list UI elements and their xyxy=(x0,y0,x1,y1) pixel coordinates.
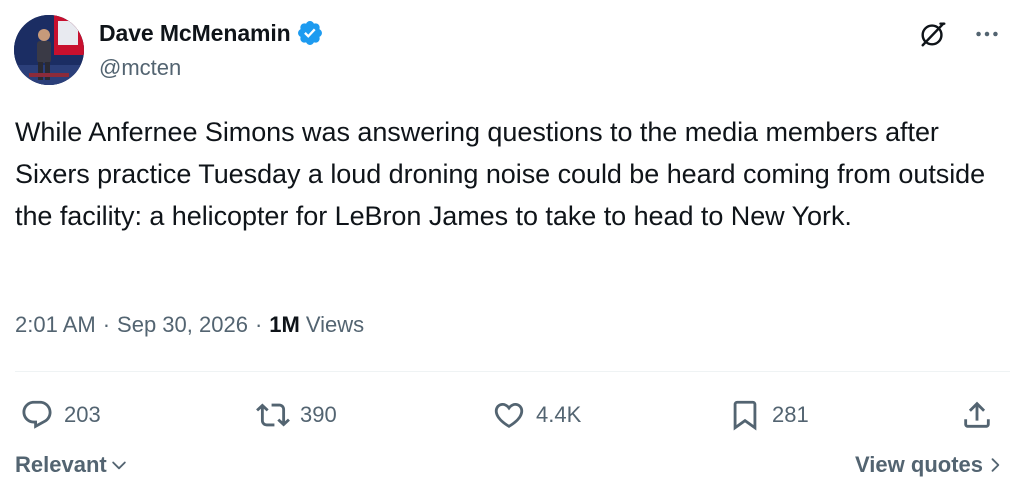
heart-icon xyxy=(494,402,524,428)
sort-label: Relevant xyxy=(15,452,107,477)
bookmark-button[interactable]: 281 xyxy=(728,395,809,435)
view-quotes-label: View quotes xyxy=(855,452,983,477)
avatar[interactable] xyxy=(14,15,84,85)
author-name-row[interactable]: Dave McMenamin xyxy=(99,18,324,48)
tweet-top-actions xyxy=(917,18,1003,50)
more-icon[interactable] xyxy=(971,18,1003,50)
author-display-name[interactable]: Dave McMenamin xyxy=(99,20,291,47)
share-button[interactable] xyxy=(960,395,994,435)
verified-badge-icon xyxy=(296,19,324,47)
meta-separator: · xyxy=(102,312,111,337)
reply-icon xyxy=(22,400,52,429)
share-icon xyxy=(964,401,990,428)
like-button[interactable]: 4.4K xyxy=(492,395,581,435)
like-count: 4.4K xyxy=(536,402,582,427)
view-quotes-link[interactable]: View quotes xyxy=(855,452,1005,478)
sort-dropdown[interactable]: Relevant xyxy=(15,452,129,478)
engagement-bar: 203 390 4.4K 281 xyxy=(20,395,1000,435)
reply-button[interactable]: 203 xyxy=(20,395,101,435)
repost-icon xyxy=(256,403,290,427)
tweet-text: While Anfernee Simons was answering ques… xyxy=(15,117,986,231)
tweet-date[interactable]: Sep 30, 2026 xyxy=(117,312,248,338)
repost-button[interactable]: 390 xyxy=(256,395,337,435)
avatar-image xyxy=(14,15,84,85)
bookmark-icon xyxy=(733,400,757,431)
reply-count: 203 xyxy=(64,402,101,427)
tweet-time[interactable]: 2:01 AM xyxy=(15,312,96,338)
repost-count: 390 xyxy=(300,402,337,427)
replies-footer: Relevant View quotes xyxy=(15,452,1005,484)
views-label: Views xyxy=(305,312,365,337)
divider xyxy=(15,371,1010,372)
grok-icon[interactable] xyxy=(917,18,949,50)
bookmark-count: 281 xyxy=(772,402,809,427)
tweet-meta: 2:01 AM · Sep 30, 2026 · 1M Views xyxy=(15,312,364,338)
chevron-right-icon xyxy=(985,455,1005,475)
chevron-down-icon xyxy=(109,455,129,475)
author-handle[interactable]: @mcten xyxy=(99,55,181,81)
views-count: 1M xyxy=(269,312,300,337)
meta-separator: · xyxy=(254,312,263,337)
